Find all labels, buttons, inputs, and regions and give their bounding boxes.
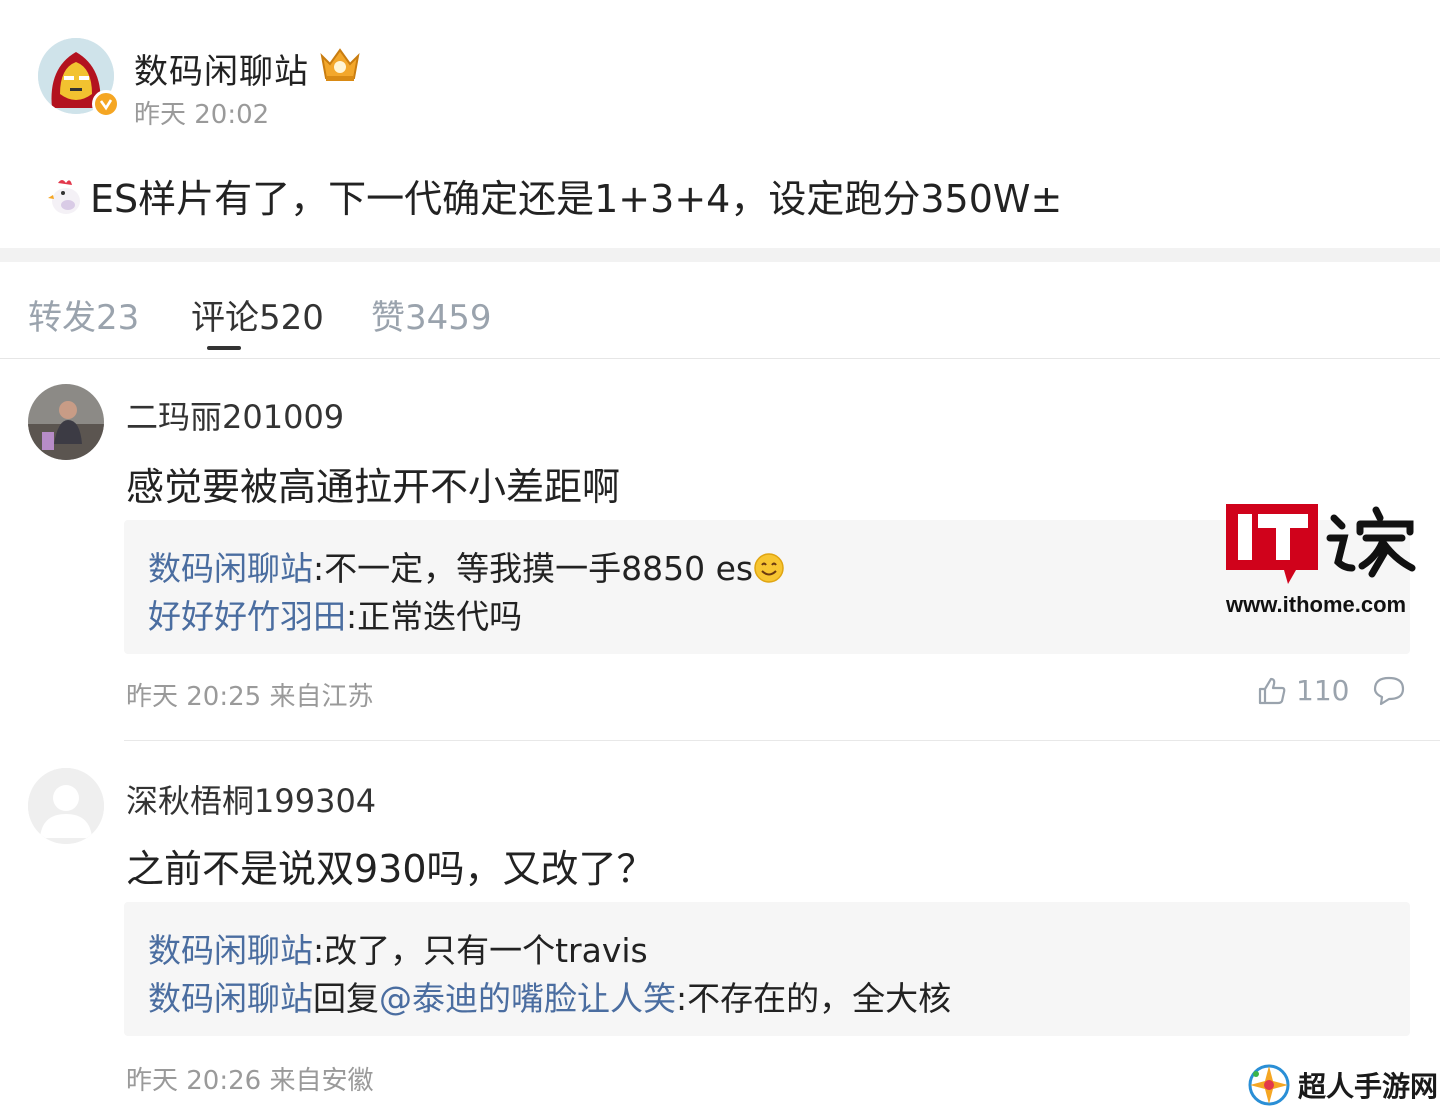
active-tab-indicator: [207, 346, 241, 350]
post-timestamp: 昨天 20:02: [134, 100, 270, 130]
reply-username[interactable]: 数码闲聊站: [148, 549, 313, 588]
game-site-logo-icon: [1248, 1064, 1290, 1106]
reply-line: 好好好竹羽田:正常迭代吗: [148, 590, 522, 638]
reply-content: :正常迭代吗: [346, 597, 523, 636]
reply-username[interactable]: 数码闲聊站: [148, 979, 313, 1018]
comment-text: 感觉要被高通拉开不小差距啊: [126, 465, 621, 509]
post-author-name[interactable]: 数码闲聊站: [134, 44, 309, 93]
ithome-logo: [1226, 504, 1418, 586]
like-count: 110: [1296, 674, 1350, 707]
reply-line: 数码闲聊站:改了，只有一个travis: [148, 924, 648, 972]
rooster-emoji-icon: [44, 175, 86, 217]
reply-verb: 回复: [313, 979, 379, 1018]
post-text: ES样片有了，下一代确定还是1+3+4，设定跑分350W±: [90, 177, 1063, 221]
reply-line: 数码闲聊站回复@泰迪的嘴脸让人笑:不存在的，全大核: [148, 972, 951, 1020]
tab-reposts[interactable]: 转发23: [28, 290, 139, 339]
commenter-avatar[interactable]: [28, 768, 104, 844]
section-divider: [0, 248, 1440, 262]
reply-preview-box[interactable]: 数码闲聊站:不一定，等我摸一手8850 es 好好好竹羽田:正常迭代吗: [124, 520, 1410, 654]
post-content: ES样片有了，下一代确定还是1+3+4，设定跑分350W±: [44, 168, 1062, 223]
like-button[interactable]: 110: [1256, 674, 1349, 707]
reply-username[interactable]: 好好好竹羽田: [148, 597, 346, 636]
crown-badge-icon[interactable]: [318, 44, 362, 84]
verified-badge-icon: [92, 90, 120, 118]
comment-meta: 昨天 20:25 来自江苏: [126, 682, 374, 712]
reply-content: :改了，只有一个travis: [313, 931, 648, 970]
tab-bar: 转发23 评论520 赞3459: [0, 262, 1440, 359]
reply-content: :不存在的，全大核: [676, 979, 952, 1018]
game-site-watermark: 超人手游网: [1246, 1062, 1438, 1108]
game-site-name: 超人手游网: [1298, 1070, 1439, 1103]
reply-mention[interactable]: @泰迪的嘴脸让人笑: [379, 979, 676, 1018]
thumbs-up-icon: [1258, 677, 1286, 704]
post-card: 数码闲聊站 昨天 20:02 ES样片有了，下一代确定还是1+3+4，设定跑分3…: [0, 0, 1440, 248]
smile-emoji-icon: [753, 552, 785, 584]
ithome-url: www.ithome.com: [1226, 592, 1407, 617]
comment-username[interactable]: 深秋梧桐199304: [126, 776, 376, 822]
reply-preview-box[interactable]: 数码闲聊站:改了，只有一个travis 数码闲聊站回复@泰迪的嘴脸让人笑:不存在…: [124, 902, 1410, 1036]
comment-text: 之前不是说双930吗，又改了？: [126, 847, 655, 891]
speech-bubble-icon: [1373, 676, 1405, 706]
comment-meta: 昨天 20:26 来自安徽: [126, 1066, 374, 1096]
commenter-avatar[interactable]: [28, 384, 104, 460]
reply-username[interactable]: 数码闲聊站: [148, 931, 313, 970]
tab-comments[interactable]: 评论520: [191, 290, 324, 339]
comment-separator: [124, 740, 1440, 741]
comment-reply-button[interactable]: [1372, 674, 1406, 710]
reply-content: :不一定，等我摸一手8850 es: [313, 549, 754, 588]
reply-line: 数码闲聊站:不一定，等我摸一手8850 es: [148, 542, 785, 590]
comment-username[interactable]: 二玛丽201009: [126, 392, 344, 438]
tab-likes[interactable]: 赞3459: [371, 290, 492, 339]
